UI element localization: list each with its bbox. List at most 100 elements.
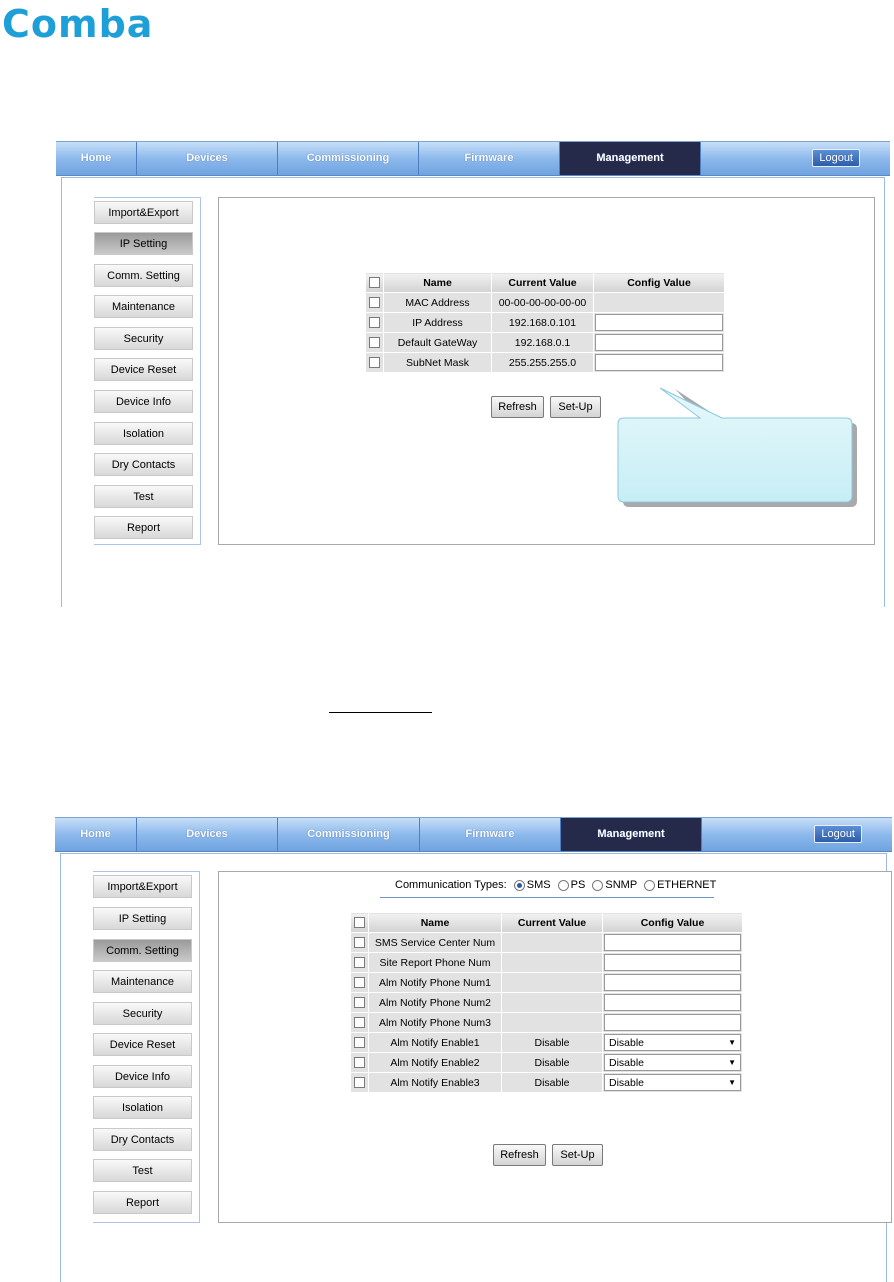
select-value: Disable bbox=[609, 1036, 645, 1049]
sidebar-item-maintenance[interactable]: Maintenance bbox=[94, 295, 193, 318]
main-panel: Import&Export IP Setting Comm. Setting M… bbox=[60, 853, 892, 1282]
ip-address-input[interactable] bbox=[595, 314, 723, 331]
sms-service-center-input[interactable] bbox=[604, 934, 741, 951]
sidebar-item-security[interactable]: Security bbox=[94, 327, 193, 350]
tab-home[interactable]: Home bbox=[55, 818, 137, 851]
radio-snmp[interactable] bbox=[592, 879, 604, 891]
alm-notify-enable3-select[interactable]: Disable ▼ bbox=[604, 1074, 741, 1091]
sidebar-item-dry-contacts[interactable]: Dry Contacts bbox=[94, 453, 193, 476]
row-name: SubNet Mask bbox=[383, 352, 492, 373]
row-current-value: 255.255.255.0 bbox=[491, 352, 594, 373]
sidebar-item-comm-setting[interactable]: Comm. Setting bbox=[93, 939, 192, 962]
column-header: Name bbox=[368, 912, 502, 933]
row-checkbox[interactable] bbox=[354, 1017, 365, 1029]
alm-notify-enable2-select[interactable]: Disable ▼ bbox=[604, 1054, 741, 1071]
row-checkbox[interactable] bbox=[354, 997, 365, 1009]
alm-notify-phone1-input[interactable] bbox=[604, 974, 741, 991]
comm-types-label: Communication Types: bbox=[395, 879, 507, 891]
gateway-input[interactable] bbox=[595, 334, 723, 351]
row-checkbox[interactable] bbox=[369, 317, 380, 329]
setup-button[interactable]: Set-Up bbox=[550, 396, 601, 418]
tab-management[interactable]: Management bbox=[560, 142, 701, 175]
sidebar-item-ip-setting[interactable]: IP Setting bbox=[93, 907, 192, 930]
sidebar-item-maintenance[interactable]: Maintenance bbox=[93, 970, 192, 993]
sidebar-item-device-reset[interactable]: Device Reset bbox=[93, 1033, 192, 1056]
table-row: IP Address 192.168.0.101 bbox=[365, 312, 725, 333]
row-checkbox[interactable] bbox=[354, 1037, 365, 1049]
sidebar-item-test[interactable]: Test bbox=[93, 1159, 192, 1182]
row-current-value: Disable bbox=[501, 1052, 603, 1073]
radio-sms[interactable] bbox=[513, 879, 525, 891]
row-current-value bbox=[501, 932, 603, 953]
refresh-button[interactable]: Refresh bbox=[491, 396, 544, 418]
table-row: Site Report Phone Num bbox=[350, 952, 743, 973]
row-current-value bbox=[501, 972, 603, 993]
table-row: Alm Notify Phone Num3 bbox=[350, 1012, 743, 1033]
row-checkbox[interactable] bbox=[354, 937, 365, 949]
row-name: Default GateWay bbox=[383, 332, 492, 353]
svg-text:Comba: Comba bbox=[2, 2, 153, 44]
sidebar-item-import-export[interactable]: Import&Export bbox=[93, 875, 192, 898]
sidebar-item-device-info[interactable]: Device Info bbox=[94, 390, 193, 413]
tab-home[interactable]: Home bbox=[56, 142, 137, 175]
sidebar-item-report[interactable]: Report bbox=[93, 1191, 192, 1214]
comm-setting-table: Name Current Value Config Value SMS Serv… bbox=[350, 912, 743, 1093]
management-sidebar: Import&Export IP Setting Comm. Setting M… bbox=[94, 197, 201, 545]
radio-sms-label: SMS bbox=[526, 879, 551, 891]
row-name: Alm Notify Enable3 bbox=[368, 1072, 502, 1093]
tab-firmware[interactable]: Firmware bbox=[420, 818, 561, 851]
tab-firmware[interactable]: Firmware bbox=[419, 142, 560, 175]
sidebar-item-device-info[interactable]: Device Info bbox=[93, 1065, 192, 1088]
subnet-mask-input[interactable] bbox=[595, 354, 723, 371]
select-all-checkbox[interactable] bbox=[354, 917, 365, 929]
comm-setting-window: Home Devices Commissioning Firmware Mana… bbox=[55, 817, 892, 1282]
sidebar-item-comm-setting[interactable]: Comm. Setting bbox=[94, 264, 193, 287]
select-all-checkbox[interactable] bbox=[369, 277, 380, 289]
table-row: Alm Notify Phone Num1 bbox=[350, 972, 743, 993]
row-checkbox[interactable] bbox=[354, 957, 365, 969]
table-row: Default GateWay 192.168.0.1 bbox=[365, 332, 725, 353]
radio-ps[interactable] bbox=[557, 879, 569, 891]
sidebar-item-dry-contacts[interactable]: Dry Contacts bbox=[93, 1128, 192, 1151]
column-header: Name bbox=[383, 272, 492, 293]
tab-commissioning[interactable]: Commissioning bbox=[278, 142, 419, 175]
sidebar-item-isolation[interactable]: Isolation bbox=[94, 422, 193, 445]
site-report-phone-input[interactable] bbox=[604, 954, 741, 971]
chevron-down-icon: ▼ bbox=[728, 1038, 736, 1047]
table-row: SubNet Mask 255.255.255.0 bbox=[365, 352, 725, 373]
tab-management[interactable]: Management bbox=[561, 818, 702, 851]
row-name: Alm Notify Phone Num3 bbox=[368, 1012, 502, 1033]
sidebar-item-import-export[interactable]: Import&Export bbox=[94, 201, 193, 224]
logout-button[interactable]: Logout bbox=[814, 825, 862, 843]
row-checkbox[interactable] bbox=[369, 297, 380, 309]
sidebar-item-report[interactable]: Report bbox=[94, 516, 193, 539]
row-checkbox[interactable] bbox=[369, 337, 380, 349]
chevron-down-icon: ▼ bbox=[728, 1078, 736, 1087]
setup-button[interactable]: Set-Up bbox=[552, 1144, 603, 1166]
row-config-empty bbox=[593, 292, 725, 313]
row-current-value bbox=[501, 992, 603, 1013]
management-sidebar: Import&Export IP Setting Comm. Setting M… bbox=[93, 871, 200, 1223]
column-header: Config Value bbox=[593, 272, 725, 293]
alm-notify-phone2-input[interactable] bbox=[604, 994, 741, 1011]
alm-notify-enable1-select[interactable]: Disable ▼ bbox=[604, 1034, 741, 1051]
row-checkbox[interactable] bbox=[354, 977, 365, 989]
row-checkbox[interactable] bbox=[369, 357, 380, 369]
sidebar-item-ip-setting[interactable]: IP Setting bbox=[94, 232, 193, 255]
sidebar-item-test[interactable]: Test bbox=[94, 485, 193, 508]
callout-bubble bbox=[617, 387, 857, 507]
logout-button[interactable]: Logout bbox=[812, 149, 860, 167]
tab-devices[interactable]: Devices bbox=[137, 818, 278, 851]
refresh-button[interactable]: Refresh bbox=[493, 1144, 546, 1166]
row-current-value: 00-00-00-00-00-00 bbox=[491, 292, 594, 313]
table-row: SMS Service Center Num bbox=[350, 932, 743, 953]
sidebar-item-device-reset[interactable]: Device Reset bbox=[94, 358, 193, 381]
sidebar-item-security[interactable]: Security bbox=[93, 1002, 192, 1025]
tab-commissioning[interactable]: Commissioning bbox=[278, 818, 420, 851]
sidebar-item-isolation[interactable]: Isolation bbox=[93, 1096, 192, 1119]
row-checkbox[interactable] bbox=[354, 1057, 365, 1069]
tab-devices[interactable]: Devices bbox=[137, 142, 278, 175]
radio-ethernet[interactable] bbox=[644, 879, 656, 891]
alm-notify-phone3-input[interactable] bbox=[604, 1014, 741, 1031]
row-checkbox[interactable] bbox=[354, 1077, 365, 1089]
